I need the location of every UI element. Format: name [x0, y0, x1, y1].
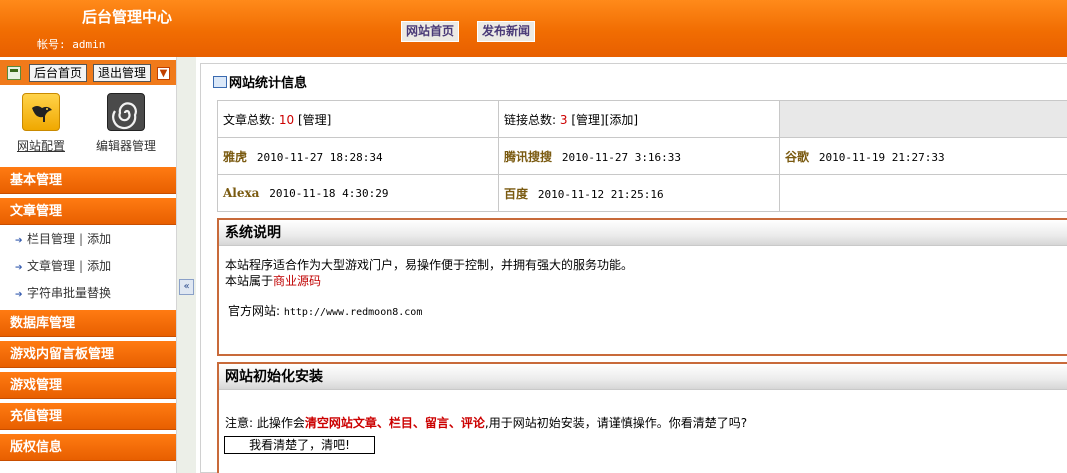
- engine-cell: 腾讯搜搜 2010-11-27 3:16:33: [498, 137, 780, 175]
- column-manage-link[interactable]: 栏目管理: [27, 232, 75, 246]
- engine-cell: 百度 2010-11-12 21:25:16: [498, 174, 780, 212]
- admin-home-button[interactable]: 后台首页: [29, 64, 88, 82]
- engine-time: 2010-11-19 21:27:33: [818, 150, 945, 164]
- top-header: 后台管理中心 帐号: admin 网站首页 发布新闻: [0, 0, 1067, 57]
- notice-warning: 清空网站文章、栏目、留言、评论: [304, 416, 485, 430]
- article-count-cell: 文章总数: 10 [管理]: [217, 100, 499, 138]
- article-count-label: 文章总数:: [223, 112, 276, 127]
- app-title: 后台管理中心: [82, 8, 173, 26]
- engine-name: 雅虎: [223, 149, 248, 164]
- stats-panel-title: 网站统计信息: [213, 74, 307, 94]
- notice-suffix: ,用于网站初始安装，请谨慎操作。你看清楚了吗?: [484, 416, 748, 430]
- bird-icon: [22, 93, 60, 131]
- column-add-link[interactable]: 添加: [87, 232, 111, 246]
- logout-button[interactable]: 退出管理: [93, 64, 152, 82]
- arrow-right-icon: ➔: [15, 290, 23, 300]
- commercial-source-link[interactable]: 商业源码: [273, 274, 321, 288]
- article-add-link[interactable]: 添加: [87, 259, 111, 273]
- arrow-down-icon[interactable]: ▼: [157, 67, 170, 80]
- engine-name: Alexa: [223, 186, 260, 200]
- collapse-sidebar-icon[interactable]: «: [179, 279, 194, 295]
- confirm-clear-button[interactable]: 我看清楚了，清吧!: [224, 436, 375, 454]
- table-row: 雅虎 2010-11-27 18:28:34 腾讯搜搜 2010-11-27 3…: [217, 137, 1067, 175]
- menu-copyright[interactable]: 版权信息: [0, 434, 176, 461]
- editor-manage-label: 编辑器管理: [95, 139, 156, 153]
- menu-guestbook[interactable]: 游戏内留言板管理: [0, 341, 176, 368]
- empty-cell: [779, 100, 1067, 138]
- link-count-label: 链接总数:: [504, 112, 557, 127]
- notice-prefix: 注意: 此操作会: [225, 416, 305, 430]
- calculator-icon: [7, 66, 21, 80]
- stats-title: 网站统计信息: [229, 76, 308, 91]
- official-site-label: 官方网站:: [228, 304, 281, 318]
- engine-name: 谷歌: [785, 149, 810, 164]
- menu-item-article: ➔ 文章管理 | 添加: [15, 257, 111, 275]
- separator: |: [79, 232, 84, 246]
- engine-name: 腾讯搜搜: [504, 149, 553, 164]
- menu-item-column: ➔ 栏目管理 | 添加: [15, 230, 111, 248]
- system-desc-line: 本站程序适合作为大型游戏门户，易操作便于控制，并拥有强大的服务功能。: [225, 258, 634, 272]
- engine-time: 2010-11-18 4:30:29: [269, 187, 389, 200]
- string-replace-link[interactable]: 字符串批量替换: [27, 286, 111, 300]
- editor-manage-shortcut[interactable]: 编辑器管理: [91, 93, 161, 154]
- engine-name: 百度: [504, 186, 529, 201]
- engine-time: 2010-11-12 21:25:16: [537, 187, 664, 201]
- system-type-line: 本站属于商业源码: [225, 272, 321, 289]
- official-site-line: 官方网站: http://www.redmoon8.com: [228, 302, 422, 319]
- article-count-value: 10: [278, 112, 295, 127]
- collapse-bar: «: [176, 57, 196, 473]
- link-add-link[interactable]: [添加]: [605, 113, 638, 127]
- table-row: Alexa 2010-11-18 4:30:29 百度 2010-11-12 2…: [217, 174, 1067, 212]
- arrow-right-icon: ➔: [15, 263, 23, 273]
- article-manage-link[interactable]: [管理]: [298, 113, 331, 127]
- system-info-box: 系统说明 本站程序适合作为大型游戏门户，易操作便于控制，并拥有强大的服务功能。 …: [217, 218, 1067, 356]
- engine-time: 2010-11-27 18:28:34: [256, 150, 383, 164]
- site-config-shortcut[interactable]: 网站配置: [6, 93, 76, 154]
- sidebar-toolbar: 后台首页 退出管理 ▼: [0, 60, 176, 85]
- stats-table: 文章总数: 10 [管理] 链接总数: 3 [管理][添加] 雅虎 2010-1…: [217, 100, 1067, 212]
- nav-publish-news-button[interactable]: 发布新闻: [477, 21, 536, 42]
- link-manage-link[interactable]: [管理]: [571, 113, 604, 127]
- menu-article[interactable]: 文章管理: [0, 198, 176, 225]
- empty-cell: [779, 174, 1067, 212]
- menu-recharge[interactable]: 充值管理: [0, 403, 176, 430]
- sidebar: 后台首页 退出管理 ▼ 网站配置 编辑器管理 基本管理 文章管理 ➔ 栏目管理 | 添…: [0, 57, 176, 473]
- nav-home-button[interactable]: 网站首页: [401, 21, 460, 42]
- article-manage-link[interactable]: 文章管理: [27, 259, 75, 273]
- separator: |: [79, 259, 84, 273]
- engine-time: 2010-11-27 3:16:33: [561, 150, 682, 164]
- menu-item-replace: ➔ 字符串批量替换: [15, 284, 111, 302]
- main-content: 网站统计信息 文章总数: 10 [管理] 链接总数: 3 [管理][添加] 雅虎: [196, 57, 1067, 473]
- account-label: 帐号: admin: [37, 38, 106, 51]
- engine-cell: 谷歌 2010-11-19 21:27:33: [779, 137, 1067, 175]
- menu-basic[interactable]: 基本管理: [0, 167, 176, 194]
- system-info-title: 系统说明: [219, 220, 1067, 246]
- spiral-icon: [107, 93, 145, 131]
- official-site-url[interactable]: http://www.redmoon8.com: [284, 307, 422, 318]
- main-frame: 网站统计信息 文章总数: 10 [管理] 链接总数: 3 [管理][添加] 雅虎: [200, 63, 1067, 473]
- engine-cell: 雅虎 2010-11-27 18:28:34: [217, 137, 499, 175]
- init-install-box: 网站初始化安装 注意: 此操作会清空网站文章、栏目、留言、评论,用于网站初始安装…: [217, 362, 1067, 473]
- link-count-cell: 链接总数: 3 [管理][添加]: [498, 100, 780, 138]
- site-config-label: 网站配置: [16, 139, 65, 153]
- table-icon: [213, 76, 227, 88]
- menu-database[interactable]: 数据库管理: [0, 310, 176, 337]
- arrow-right-icon: ➔: [15, 236, 23, 246]
- engine-cell: Alexa 2010-11-18 4:30:29: [217, 174, 499, 212]
- system-type-prefix: 本站属于: [225, 274, 274, 288]
- init-install-title: 网站初始化安装: [219, 364, 1067, 390]
- menu-game[interactable]: 游戏管理: [0, 372, 176, 399]
- init-notice: 注意: 此操作会清空网站文章、栏目、留言、评论,用于网站初始安装，请谨慎操作。你…: [225, 414, 747, 431]
- table-row: 文章总数: 10 [管理] 链接总数: 3 [管理][添加]: [217, 100, 1067, 138]
- link-count-value: 3: [559, 112, 568, 127]
